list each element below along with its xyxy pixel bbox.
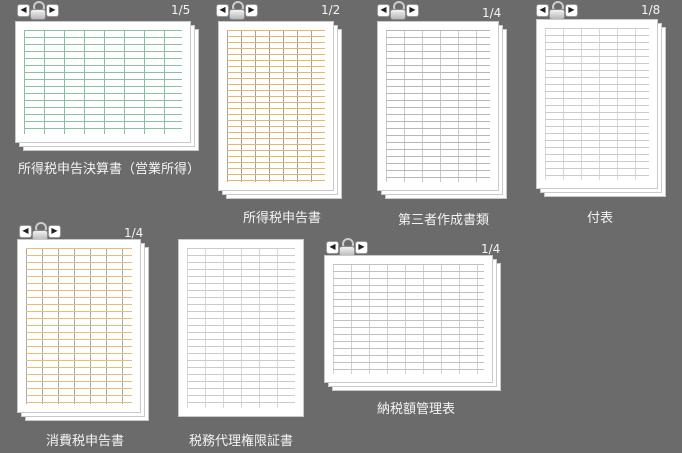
thumbnail-nav: ◀ ▶ xyxy=(20,222,60,240)
thumbnail-label: 所得税申告決算書（営業所得） xyxy=(18,162,201,177)
thumbnail-nav: ◀ ▶ xyxy=(537,1,577,19)
thumbnail-nav: ◀ ▶ xyxy=(18,1,58,19)
document-stack[interactable] xyxy=(219,22,341,198)
page-counter: 1/8 xyxy=(641,3,661,17)
prev-page-button[interactable]: ◀ xyxy=(378,4,389,16)
prev-page-button[interactable]: ◀ xyxy=(537,4,548,16)
document-stack[interactable] xyxy=(179,240,303,416)
next-page-button[interactable]: ▶ xyxy=(407,4,418,16)
binder-clip-icon xyxy=(230,1,244,19)
next-page-button[interactable]: ▶ xyxy=(566,4,577,16)
thumbnail-item-7[interactable]: ◀ ▶ 1/4 納税額管理表 xyxy=(325,238,505,453)
thumbnail-label: 税務代理権限証書 xyxy=(189,434,294,449)
binder-clip-icon xyxy=(31,1,45,19)
prev-page-button[interactable]: ◀ xyxy=(18,4,29,16)
thumbnail-item-6[interactable]: 税務代理権限証書 xyxy=(175,224,315,453)
document-stack[interactable] xyxy=(18,240,148,420)
thumbnail-item-5[interactable]: ◀ ▶ 1/4 消費税申告書 xyxy=(0,222,160,453)
next-page-button[interactable]: ▶ xyxy=(47,4,58,16)
binder-clip-icon xyxy=(391,1,405,19)
thumbnail-nav: ◀ ▶ xyxy=(378,1,418,19)
binder-clip-icon xyxy=(550,1,564,19)
page-counter: 1/5 xyxy=(171,3,191,17)
page-counter: 1/4 xyxy=(482,6,502,20)
prev-page-button[interactable]: ◀ xyxy=(20,225,31,237)
thumbnail-label: 付表 xyxy=(587,211,614,226)
thumbnail-label: 納税額管理表 xyxy=(377,402,456,417)
page-counter: 1/2 xyxy=(321,3,341,17)
document-stack[interactable] xyxy=(325,256,500,390)
thumbnail-label: 消費税申告書 xyxy=(46,434,125,449)
next-page-button[interactable]: ▶ xyxy=(246,4,257,16)
thumbnail-label: 第三者作成書類 xyxy=(398,213,490,228)
page-counter: 1/4 xyxy=(124,226,144,240)
next-page-button[interactable]: ▶ xyxy=(49,225,60,237)
thumbnail-item-1[interactable]: ◀ ▶ 1/5 所得税申告決算書（営業所得） xyxy=(0,0,200,185)
prev-page-button[interactable]: ◀ xyxy=(327,241,338,253)
thumbnail-nav: ◀ ▶ xyxy=(327,238,367,256)
thumbnail-item-3[interactable]: ◀ ▶ 1/4 第三者作成書類 xyxy=(372,0,512,230)
thumbnail-item-2[interactable]: ◀ ▶ 1/2 所得税申告書 xyxy=(205,0,355,230)
thumbnail-item-4[interactable]: ◀ ▶ 1/8 付表 xyxy=(535,0,680,230)
prev-page-button[interactable]: ◀ xyxy=(217,4,228,16)
document-stack[interactable] xyxy=(378,22,506,198)
next-page-button[interactable]: ▶ xyxy=(356,241,367,253)
binder-clip-icon xyxy=(33,222,47,240)
thumbnail-nav: ◀ ▶ xyxy=(217,1,257,19)
document-stack[interactable] xyxy=(537,20,665,196)
document-stack[interactable] xyxy=(16,22,198,150)
binder-clip-icon xyxy=(340,238,354,256)
page-counter: 1/4 xyxy=(481,242,501,256)
